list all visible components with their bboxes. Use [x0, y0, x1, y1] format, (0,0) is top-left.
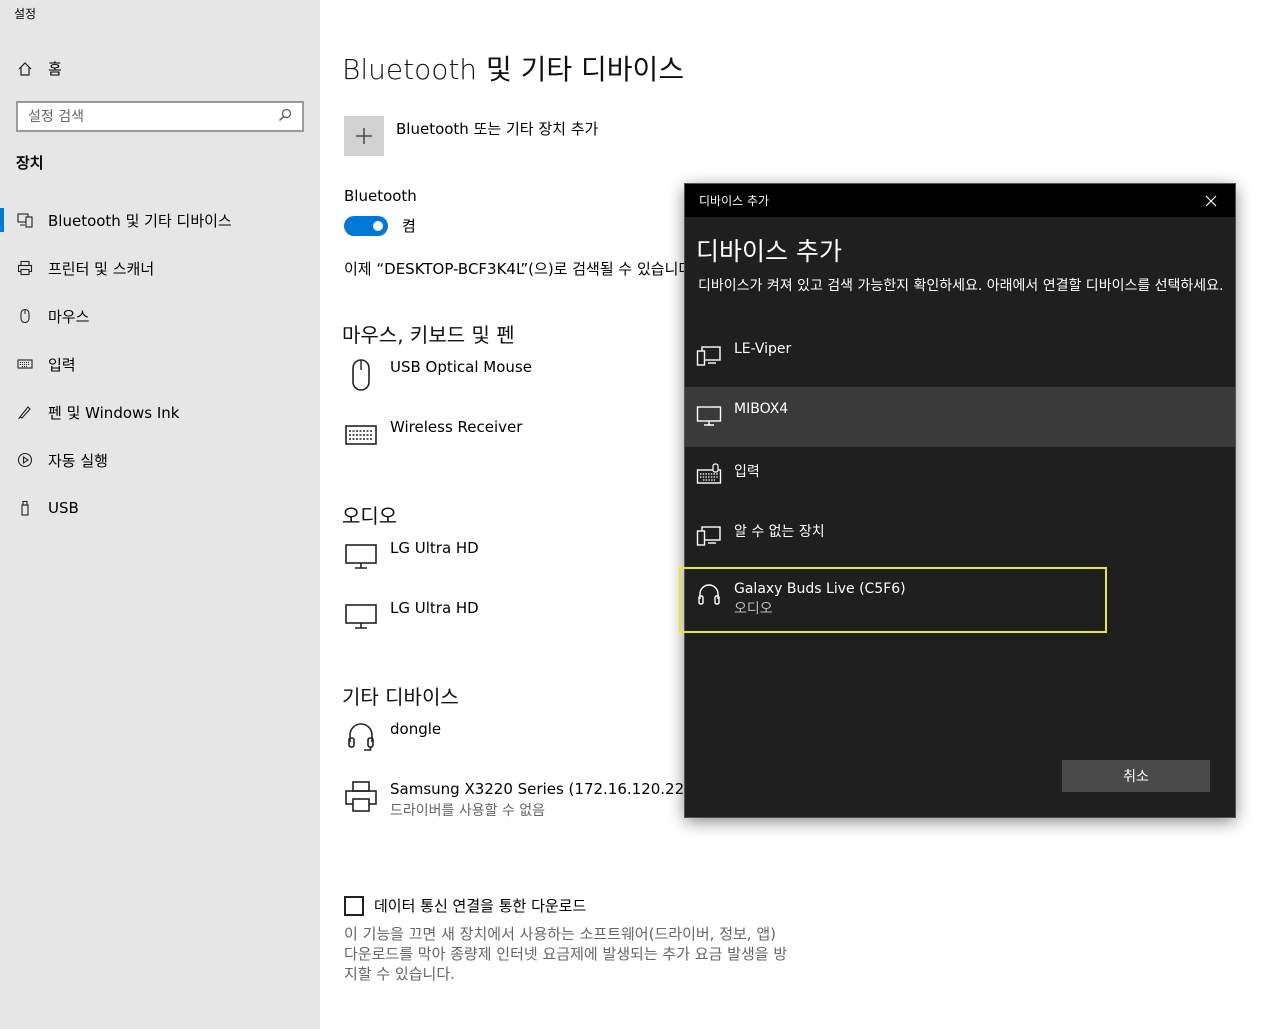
headphones-icon	[696, 582, 722, 608]
bluetooth-toggle-row: 켬	[344, 215, 416, 236]
home-icon	[16, 60, 34, 78]
printer-icon	[344, 780, 378, 814]
unknown-device-icon	[696, 522, 722, 548]
bluetooth-device-icon	[16, 211, 34, 229]
bluetooth-label: Bluetooth	[344, 187, 417, 205]
device-item[interactable]: Wireless Receiver	[344, 418, 522, 452]
device-name: LE-Viper	[734, 341, 792, 357]
add-device-dialog: 디바이스 추가 디바이스 추가 디바이스가 켜져 있고 검색 가능한지 확인하세…	[685, 184, 1235, 817]
device-item[interactable]: dongle	[344, 720, 441, 754]
device-name: Galaxy Buds Live (C5F6)	[734, 581, 906, 597]
mouse-icon	[16, 307, 34, 325]
keyboard-icon	[696, 462, 722, 488]
discovered-device-item[interactable]: LE-Viper	[685, 327, 1235, 387]
device-category: 오디오	[734, 601, 773, 617]
sidebar-item-input[interactable]: 입력	[0, 340, 320, 388]
sidebar-item-label: 프린터 및 스캐너	[48, 259, 155, 278]
device-name: 알 수 없는 장치	[734, 524, 825, 540]
add-device-button[interactable]: Bluetooth 또는 기타 장치 추가	[344, 116, 598, 156]
dialog-titlebar: 디바이스 추가	[685, 184, 1235, 217]
cancel-button[interactable]: 취소	[1062, 760, 1210, 792]
dialog-heading: 디바이스 추가	[696, 237, 842, 266]
home-label: 홈	[48, 60, 62, 78]
toggle-state-label: 켬	[402, 217, 416, 235]
sidebar-item-pen[interactable]: 펜 및 Windows Ink	[0, 388, 320, 436]
sidebar-item-autoplay[interactable]: 자동 실행	[0, 436, 320, 484]
device-name: LG Ultra HD	[390, 539, 479, 557]
group-title-input-devices: 마우스, 키보드 및 펜	[342, 323, 515, 347]
sidebar-item-mouse[interactable]: 마우스	[0, 292, 320, 340]
device-name: LG Ultra HD	[390, 599, 479, 617]
window-title: 설정	[14, 7, 37, 21]
sidebar: 설정 홈 장치 Bluetooth 및 기타 디바이스	[0, 0, 320, 1029]
settings-window: 설정 홈 장치 Bluetooth 및 기타 디바이스	[0, 0, 1287, 1029]
metered-checkbox[interactable]	[344, 895, 364, 916]
page-title: Bluetooth 및 기타 디바이스	[342, 53, 685, 86]
device-item[interactable]: LG Ultra HD	[344, 599, 479, 633]
device-name: USB Optical Mouse	[390, 358, 532, 376]
discoverable-text: 이제 “DESKTOP-BCF3K4L”(으)로 검색될 수 있습니다.	[344, 260, 689, 278]
device-name: 입력	[734, 464, 760, 480]
discovered-device-item[interactable]: 알 수 없는 장치	[685, 507, 1235, 567]
sidebar-item-printers[interactable]: 프린터 및 스캐너	[0, 244, 320, 292]
home-nav-item[interactable]: 홈	[16, 58, 62, 79]
bluetooth-toggle[interactable]	[344, 215, 388, 236]
sidebar-item-label: 자동 실행	[48, 451, 108, 470]
monitor-icon	[344, 599, 378, 633]
settings-search[interactable]	[16, 101, 304, 132]
sidebar-item-usb[interactable]: USB	[0, 484, 320, 532]
section-label-devices: 장치	[16, 154, 44, 172]
group-title-other-devices: 기타 디바이스	[342, 685, 459, 709]
sidebar-item-label: 마우스	[48, 307, 90, 326]
metered-download-option[interactable]: 데이터 통신 연결을 통한 다운로드	[344, 895, 586, 916]
device-item[interactable]: USB Optical Mouse	[344, 358, 532, 392]
add-device-label[interactable]: Bluetooth 또는 기타 장치 추가	[396, 118, 598, 156]
metered-label[interactable]: 데이터 통신 연결을 통한 다운로드	[374, 895, 586, 916]
printer-icon	[16, 259, 34, 277]
discovered-device-item[interactable]: 입력	[685, 447, 1235, 507]
search-input[interactable]	[28, 108, 278, 125]
close-icon[interactable]	[1199, 189, 1223, 213]
sidebar-item-label: USB	[48, 499, 79, 517]
discovered-device-item[interactable]: MIBOX4	[685, 387, 1235, 447]
device-name: Wireless Receiver	[390, 418, 523, 436]
sidebar-nav: Bluetooth 및 기타 디바이스 프린터 및 스캐너 마우스 입력 펜 및…	[0, 196, 320, 532]
sidebar-item-bluetooth[interactable]: Bluetooth 및 기타 디바이스	[0, 196, 320, 244]
search-icon[interactable]	[278, 107, 292, 126]
autoplay-icon	[16, 451, 34, 469]
keyboard-icon	[344, 418, 378, 452]
device-status: 드라이버를 사용할 수 없음	[390, 803, 546, 819]
mouse-icon	[344, 358, 378, 392]
group-title-audio: 오디오	[342, 504, 398, 528]
monitor-icon	[696, 402, 722, 428]
monitor-icon	[344, 539, 378, 573]
dialog-description: 디바이스가 켜져 있고 검색 가능한지 확인하세요. 아래에서 연결할 디바이스…	[698, 278, 1224, 294]
sidebar-item-label: Bluetooth 및 기타 디바이스	[48, 211, 232, 230]
device-name: MIBOX4	[734, 401, 789, 417]
unknown-device-icon	[696, 342, 722, 368]
dialog-title: 디바이스 추가	[699, 194, 770, 208]
discovered-device-item-selected[interactable]: Galaxy Buds Live (C5F6) 오디오	[679, 567, 1107, 633]
headset-icon	[344, 720, 378, 754]
sidebar-item-label: 입력	[48, 355, 76, 374]
device-name: dongle	[390, 720, 442, 738]
plus-icon[interactable]	[344, 116, 384, 156]
usb-icon	[16, 499, 34, 517]
device-name: Samsung X3220 Series (172.16.120.224)	[390, 780, 700, 798]
pen-icon	[16, 403, 34, 421]
metered-description: 이 기능을 끄면 새 장치에서 사용하는 소프트웨어(드라이버, 정보, 앱) …	[344, 925, 788, 983]
sidebar-item-label: 펜 및 Windows Ink	[48, 403, 180, 422]
discovered-device-list: LE-Viper MIBOX4 입력 알 수 없는 장치 Galaxy Buds…	[685, 327, 1235, 633]
keyboard-icon	[16, 355, 34, 373]
device-item[interactable]: LG Ultra HD	[344, 539, 479, 573]
device-item[interactable]: Samsung X3220 Series (172.16.120.224) 드라…	[344, 780, 700, 820]
